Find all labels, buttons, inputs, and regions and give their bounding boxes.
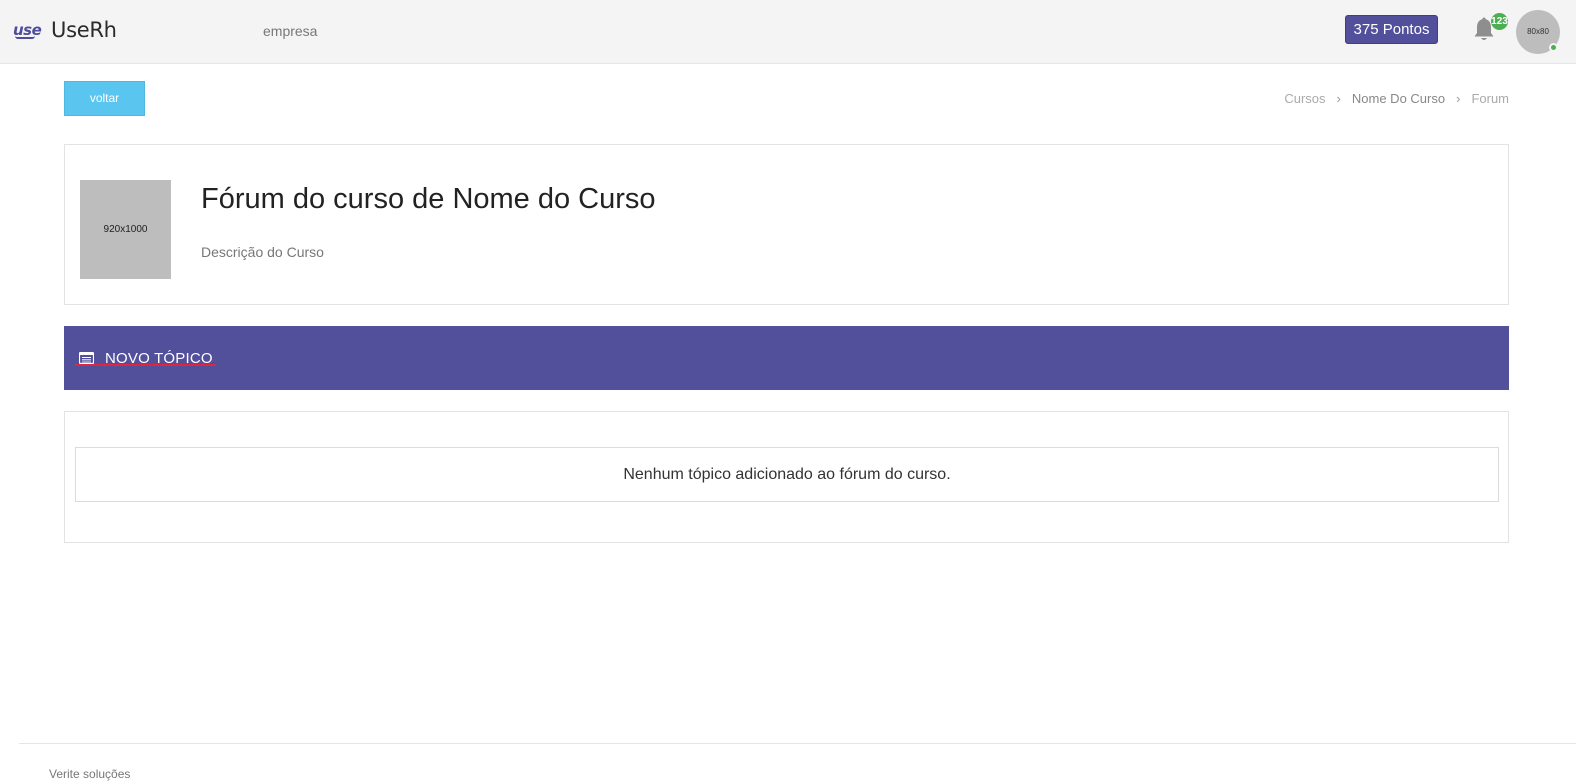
online-status-indicator: [1549, 43, 1558, 52]
logo-smile: [15, 36, 35, 39]
breadcrumb-item-cursos[interactable]: Cursos: [1284, 91, 1325, 106]
course-description: Descrição do Curso: [201, 244, 324, 260]
active-underline: [75, 364, 216, 366]
course-header-card: 920x1000 Fórum do curso de Nome do Curso…: [64, 144, 1509, 305]
empty-state-message: Nenhum tópico adicionado ao fórum do cur…: [75, 447, 1499, 502]
back-button[interactable]: voltar: [64, 81, 145, 116]
breadcrumb: Cursos › Nome Do Curso › Forum: [1284, 91, 1509, 106]
list-card-icon: [79, 352, 94, 364]
notification-count-badge: 123: [1491, 13, 1508, 30]
footer-divider: [19, 743, 1576, 744]
page-title: Fórum do curso de Nome do Curso: [201, 183, 656, 215]
logo-icon[interactable]: use: [13, 21, 42, 39]
topics-panel: Nenhum tópico adicionado ao fórum do cur…: [64, 411, 1509, 543]
chevron-right-icon: ›: [1336, 91, 1341, 106]
breadcrumb-item-course[interactable]: Nome Do Curso: [1352, 91, 1445, 106]
footer-text: Verite soluções: [49, 767, 131, 781]
points-badge[interactable]: 375 Pontos: [1345, 15, 1438, 44]
top-navbar: use UseRh empresa 375 Pontos 123 80x80: [0, 0, 1576, 64]
app-name[interactable]: UseRh: [51, 18, 117, 42]
chevron-right-icon: ›: [1456, 91, 1461, 106]
company-name: empresa: [263, 23, 318, 39]
new-topic-bar: NOVO TÓPICO: [64, 326, 1509, 390]
breadcrumb-item-forum: Forum: [1471, 91, 1509, 106]
course-thumbnail: 920x1000: [80, 180, 171, 279]
